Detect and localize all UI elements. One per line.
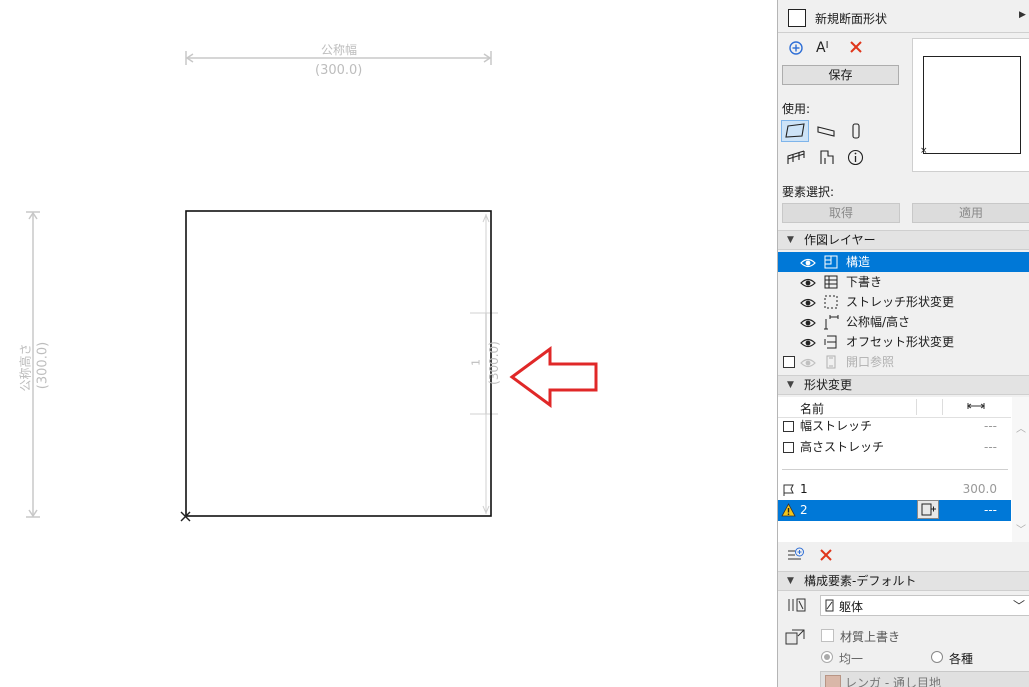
surface-override-icon <box>784 627 806 650</box>
use-railing-icon[interactable] <box>786 148 806 169</box>
use-opening-icon[interactable] <box>818 148 836 169</box>
add-profile-icon[interactable] <box>788 40 804 59</box>
opening-ref-layer-icon <box>823 354 839 376</box>
layer-row-draft[interactable]: 下書き <box>778 272 1029 292</box>
remove-parameter-icon[interactable] <box>818 547 834 566</box>
stretch-marker-label: 1 <box>469 359 483 366</box>
building-material-icon <box>788 598 806 615</box>
scroll-up-icon[interactable]: ︿ <box>1016 420 1026 435</box>
surface-swatch <box>825 675 841 687</box>
profile-name-row[interactable]: 新規断面形状 ▶ <box>778 6 1029 30</box>
use-column-icon[interactable] <box>848 122 864 143</box>
layer-label: ストレッチ形状変更 <box>846 295 955 309</box>
element-select-label: 要素選択: <box>782 185 835 199</box>
row-name: 高さストレッチ <box>800 440 885 454</box>
col-name-header[interactable]: 名前 <box>800 400 824 417</box>
collapse-arrow-icon[interactable]: ▼ <box>787 572 794 590</box>
row-checkbox[interactable] <box>783 442 794 453</box>
dim-height-label: 公称高さ <box>18 343 33 392</box>
various-radio[interactable] <box>931 651 943 663</box>
layer-row-stretch[interactable]: ストレッチ形状変更 <box>778 292 1029 312</box>
dim-height-value: (300.0) <box>35 341 51 390</box>
chevron-down-icon[interactable]: ﹀ <box>1013 597 1025 614</box>
modifiers-title: 形状変更 <box>804 378 853 392</box>
components-title: 構成要素-デフォルト <box>804 574 917 588</box>
link-param-icon[interactable] <box>917 500 939 519</box>
preview-origin-icon: × <box>920 146 928 156</box>
info-icon[interactable] <box>847 149 864 169</box>
profile-name: 新規断面形状 <box>815 12 888 26</box>
surface-select[interactable]: レンガ - 通し目地 <box>820 671 1029 687</box>
components-header[interactable]: ▼ 構成要素-デフォルト <box>778 571 1029 591</box>
profile-manager-panel: 新規断面形状 ▶ AI 保存 × 使用: 要素選択: 取得 適用 ▼ 作図レイヤ… <box>777 0 1029 687</box>
drawing-canvas[interactable]: 公称幅 (300.0) 公称高さ (300.0) 1 (300.0) <box>0 0 777 687</box>
param-name: 2 <box>800 503 808 517</box>
use-beam-icon[interactable] <box>816 122 836 143</box>
save-button[interactable]: 保存 <box>782 65 899 85</box>
layer-label: 公称幅/高さ <box>846 315 911 329</box>
drafting-layers-header[interactable]: ▼ 作図レイヤー <box>778 230 1029 250</box>
modifiers-table: 名前 幅ストレッチ --- 高さストレッチ --- 1 300.0 2 --- … <box>778 397 1029 542</box>
use-wall-icon[interactable] <box>781 120 809 142</box>
building-material-value: 躯体 <box>839 600 864 614</box>
surface-value: レンガ - 通し目地 <box>845 676 941 687</box>
profile-square[interactable] <box>185 210 492 517</box>
table-header: 名前 <box>778 397 1011 418</box>
red-arrow-annotation <box>509 346 598 408</box>
profile-swatch-icon <box>788 9 806 27</box>
uniform-radio[interactable] <box>821 651 833 663</box>
get-button[interactable]: 取得 <box>782 203 900 223</box>
param-row[interactable]: 1 300.0 <box>778 479 1011 500</box>
row-checkbox[interactable] <box>783 421 794 432</box>
param-name: 1 <box>800 482 808 496</box>
layer-label: 下書き <box>846 275 883 289</box>
layer-row-structure[interactable]: 構造 <box>778 252 1029 272</box>
row-value: --- <box>984 440 997 454</box>
dim-width-value: (300.0) <box>315 63 363 78</box>
building-material-select[interactable]: 躯体 ﹀ <box>820 595 1029 616</box>
collapse-arrow-icon[interactable]: ▼ <box>787 376 794 394</box>
row-name: 幅ストレッチ <box>800 419 873 433</box>
visibility-eye-icon[interactable] <box>800 355 816 375</box>
layer-row-nominal-size[interactable]: 公称幅/高さ <box>778 312 1029 332</box>
profile-preview: × <box>912 38 1029 172</box>
table-row[interactable]: 高さストレッチ --- <box>778 437 1011 458</box>
uniform-label: 均一 <box>839 652 864 666</box>
canvas-drawing[interactable] <box>0 0 777 687</box>
delete-profile-icon[interactable] <box>848 39 864 58</box>
dimension-column-icon <box>967 400 985 415</box>
table-scrollbar[interactable]: ︿ ﹀ <box>1012 397 1029 542</box>
override-checkbox[interactable] <box>821 629 834 642</box>
preview-square <box>923 56 1021 154</box>
material-swatch-icon <box>825 599 835 615</box>
rename-profile-icon[interactable]: AI <box>816 40 829 56</box>
param-row-selected[interactable]: 2 --- <box>778 500 1011 521</box>
dim-width-label: 公称幅 <box>321 43 358 57</box>
layer-row-opening-ref[interactable]: 開口参照 <box>778 352 1029 372</box>
collapse-arrow-icon[interactable]: ▼ <box>787 231 794 249</box>
layer-row-offset[interactable]: オフセット形状変更 <box>778 332 1029 352</box>
modifiers-header[interactable]: ▼ 形状変更 <box>778 375 1029 395</box>
profile-menu-arrow-icon[interactable]: ▶ <box>1019 10 1026 20</box>
row-value: --- <box>984 419 997 433</box>
layer-label: 構造 <box>846 255 871 269</box>
add-parameter-icon[interactable] <box>787 547 805 566</box>
param-value: 300.0 <box>962 482 997 496</box>
stretch-marker-value: (300.0) <box>487 341 501 385</box>
override-label: 材質上書き <box>840 630 901 644</box>
apply-button[interactable]: 適用 <box>912 203 1029 223</box>
scroll-down-icon[interactable]: ﹀ <box>1016 521 1026 536</box>
drafting-layers-title: 作図レイヤー <box>804 233 876 247</box>
warning-icon <box>781 503 796 524</box>
layer-label: 開口参照 <box>846 355 895 369</box>
various-label: 各種 <box>949 652 974 666</box>
table-row[interactable]: 幅ストレッチ --- <box>778 416 1011 437</box>
use-label: 使用: <box>782 102 811 116</box>
layer-label: オフセット形状変更 <box>846 335 955 349</box>
param-value: --- <box>984 503 997 517</box>
layer-checkbox[interactable] <box>783 356 795 368</box>
